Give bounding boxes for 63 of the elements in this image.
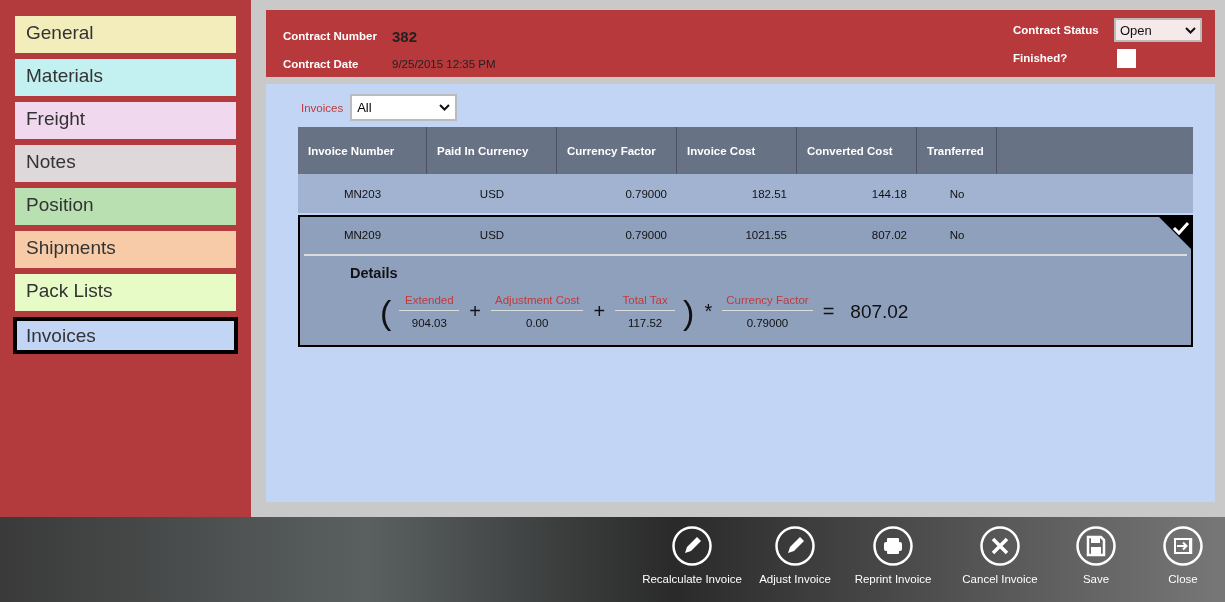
sidebar-item[interactable]: Freight	[15, 102, 236, 139]
finished-label: Finished?	[1013, 52, 1069, 64]
table-cell: USD	[479, 228, 505, 241]
contract-number: 382	[392, 27, 419, 45]
sidebar-item[interactable]: Notes	[15, 145, 236, 182]
close-icon	[980, 526, 1020, 566]
term-label: Adjustment Cost	[491, 294, 584, 311]
table-cell: MN209	[343, 228, 382, 241]
contract-number-label: Contract Number	[283, 30, 378, 42]
table-cell: 0.79000	[625, 228, 667, 241]
table-cell: No	[949, 228, 965, 241]
table-cell: No	[949, 187, 965, 200]
save-icon	[1076, 526, 1116, 566]
table-row[interactable]: MN203 USD 0.79000 182.51 144.18 No	[298, 174, 1193, 213]
pencil-icon	[775, 526, 815, 566]
details-title: Details	[350, 265, 398, 281]
table-cell: 1021.55	[745, 228, 787, 241]
table-cell: 144.18	[871, 187, 907, 200]
action-button[interactable]: Reprint Invoice	[844, 517, 942, 602]
finished-checkbox[interactable]	[1117, 48, 1136, 68]
operator: +	[592, 300, 607, 323]
action-button[interactable]: Close	[1143, 517, 1223, 602]
operator: =	[821, 300, 836, 323]
invoices-filter-label: Invoices	[301, 101, 344, 114]
caret-icon	[439, 104, 451, 111]
term-value: 0.79000	[746, 316, 789, 329]
table-cell: 0.79000	[625, 187, 667, 200]
action-button[interactable]: Save	[1058, 517, 1134, 602]
term-value: 904.03	[411, 316, 447, 329]
table-cell: 182.51	[751, 187, 787, 200]
sidebar-item[interactable]: Invoices	[13, 317, 238, 354]
action-button[interactable]: Adjust Invoice	[755, 517, 835, 602]
contract-date: 9/25/2015 12:35 PM	[392, 58, 496, 70]
term-label: Currency Factor	[722, 294, 813, 311]
sidebar-item[interactable]: Pack Lists	[15, 274, 236, 311]
term-label: Extended	[399, 294, 460, 311]
contract-date-label: Contract Date	[283, 58, 360, 70]
contract-status-label: Contract Status	[1013, 24, 1100, 36]
caret-icon	[1185, 26, 1196, 34]
term-value: 0.00	[526, 316, 549, 329]
table-cell: 807.02	[871, 228, 907, 241]
term-label: Total Tax	[615, 294, 676, 311]
sidebar-item[interactable]: Position	[15, 188, 236, 225]
operator: +	[468, 300, 482, 323]
invoices-filter-dropdown[interactable]: All	[350, 94, 458, 121]
status-dropdown[interactable]: Open	[1114, 18, 1202, 42]
selected-check-icon	[1157, 215, 1193, 251]
pencil-icon	[672, 526, 712, 566]
parenthesis: )	[683, 294, 695, 329]
sidebar-item[interactable]: Materials	[15, 59, 236, 96]
operator: *	[703, 300, 714, 323]
table-cell: USD	[479, 187, 505, 200]
sidebar-item[interactable]: General	[15, 16, 236, 53]
result-value: 807.02	[850, 300, 909, 323]
parenthesis: (	[380, 294, 392, 329]
action-button[interactable]: Cancel Invoice	[951, 517, 1049, 602]
table-row[interactable]: MN209 USD 0.79000 1021.55 807.02 No Details ( Extended 904.03 + Adjustment Cost 0.00 + Total Tax 117.52 ) * Currency Factor 0.79000 = 807.02	[298, 215, 1193, 347]
exit-icon	[1163, 526, 1203, 566]
table-cell: MN203	[343, 187, 382, 200]
term-value: 117.52	[627, 316, 663, 329]
printer-icon	[873, 526, 913, 566]
sidebar-item[interactable]: Shipments	[15, 231, 236, 268]
action-button[interactable]: Recalculate Invoice	[638, 517, 746, 602]
